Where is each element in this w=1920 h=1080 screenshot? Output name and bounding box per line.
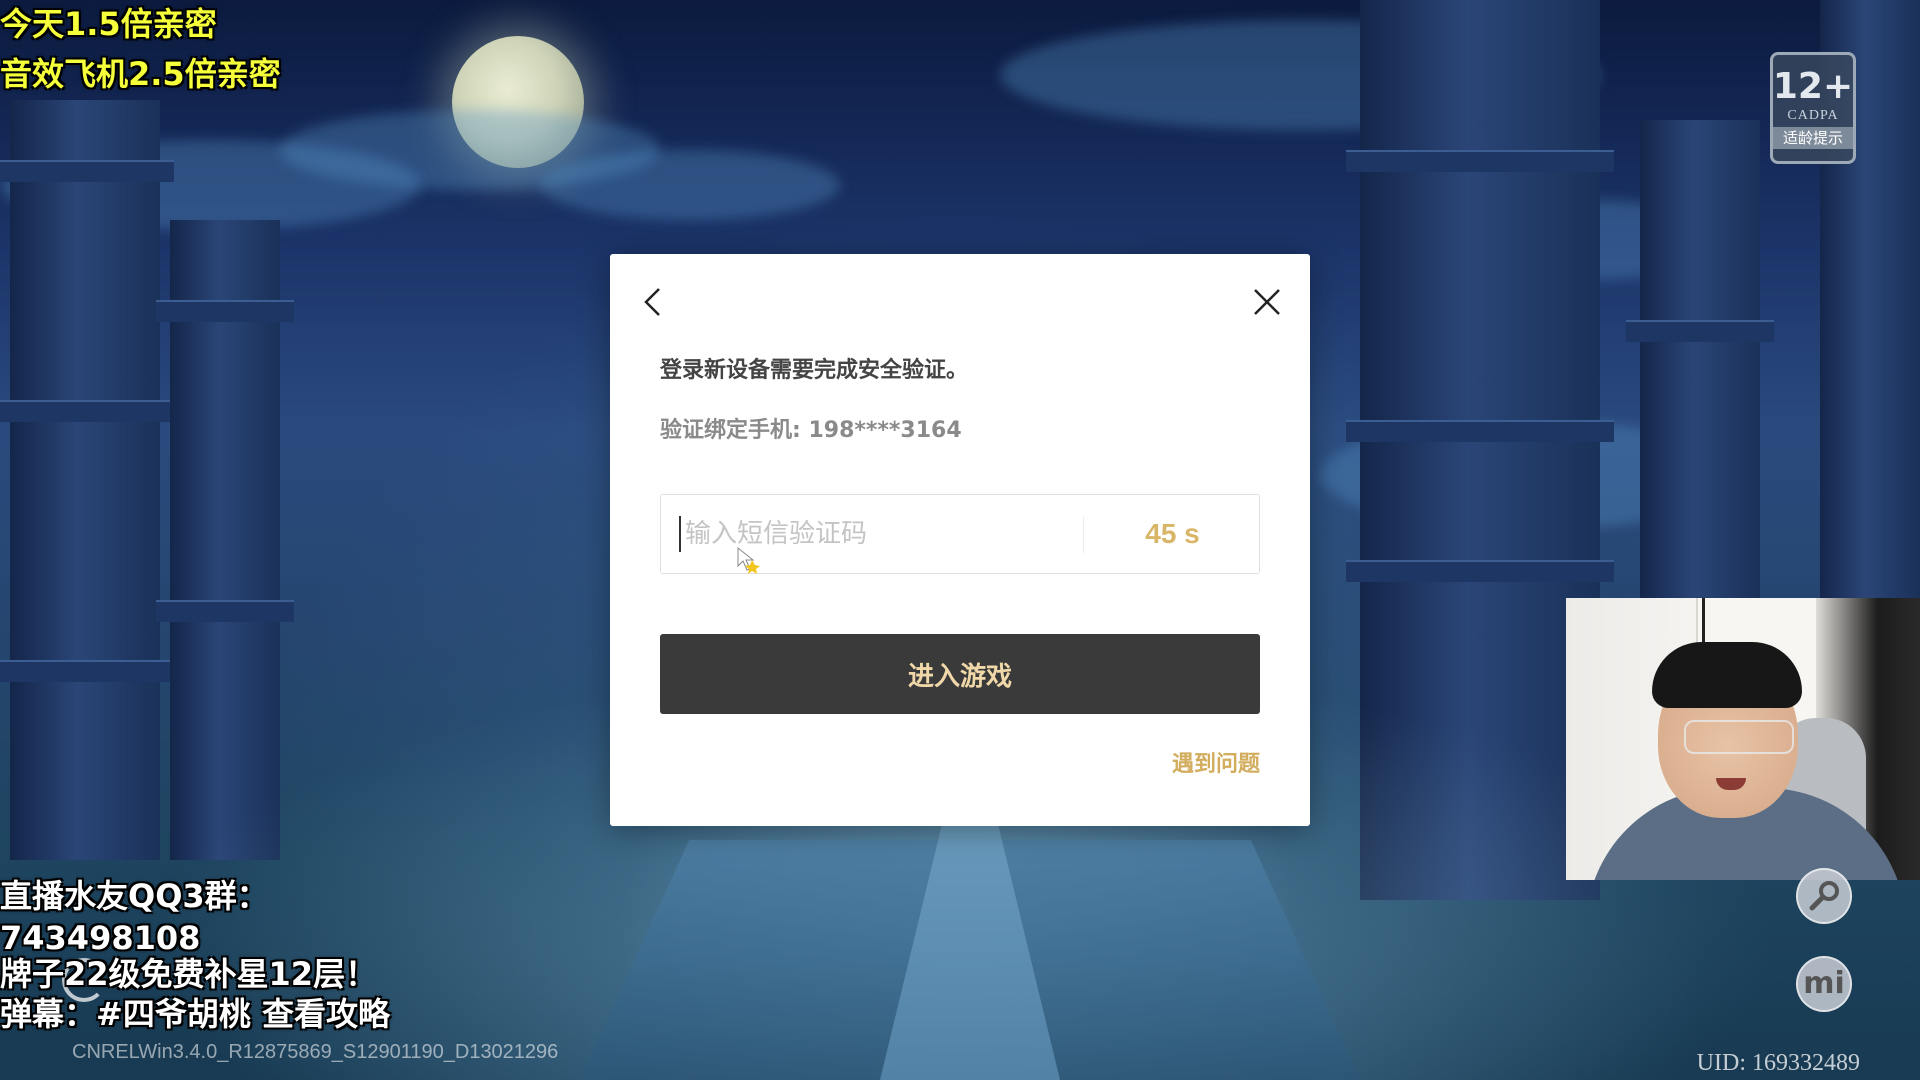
resend-countdown: 45 s <box>1145 518 1200 549</box>
help-link[interactable]: 遇到问题 <box>1172 746 1260 778</box>
back-button[interactable] <box>630 279 676 325</box>
promo-line-2: 音效飞机2.5倍亲密 <box>0 55 281 93</box>
bound-phone-label: 验证绑定手机: 198****3164 <box>660 418 962 443</box>
streamer-webcam <box>1566 598 1920 880</box>
player-uid: UID: 169332489 <box>1696 1050 1860 1076</box>
age-rating: 12+ <box>1772 66 1854 107</box>
mihoyo-button[interactable]: mi <box>1796 956 1852 1012</box>
verification-message: 登录新设备需要完成安全验证。 <box>660 358 969 383</box>
badge-offer: 牌子22级免费补星12层！ <box>0 955 378 993</box>
rating-org: CADPA <box>1787 108 1839 123</box>
cloud <box>540 150 840 220</box>
security-verification-dialog: 登录新设备需要完成安全验证。 验证绑定手机: 198****3164 45 s … <box>610 254 1310 826</box>
wrench-button[interactable] <box>1796 868 1852 924</box>
build-version: CNRELWin3.4.0_R12875869_S12901190_D13021… <box>72 1041 559 1063</box>
qq-group-label: 直播水友QQ3群： <box>0 877 269 915</box>
enter-game-button[interactable]: 进入游戏 <box>660 634 1260 714</box>
danmaku-tip: 弹幕：#四爷胡桃 查看攻略 <box>0 995 390 1033</box>
qq-group-number: 743498108 <box>0 919 201 957</box>
chevron-left-icon <box>644 288 660 316</box>
close-button[interactable] <box>1244 279 1290 325</box>
age-tip-label: 适龄提示 <box>1773 127 1853 149</box>
age-rating-badge: 12+ CADPA 适龄提示 <box>1770 52 1856 164</box>
wrench-icon <box>1809 881 1839 911</box>
promo-line-1: 今天1.5倍亲密 <box>0 5 217 43</box>
mihoyo-logo-icon: mi <box>1803 966 1845 1001</box>
cursor-sparkle-icon <box>737 546 760 574</box>
close-icon <box>1254 289 1280 315</box>
